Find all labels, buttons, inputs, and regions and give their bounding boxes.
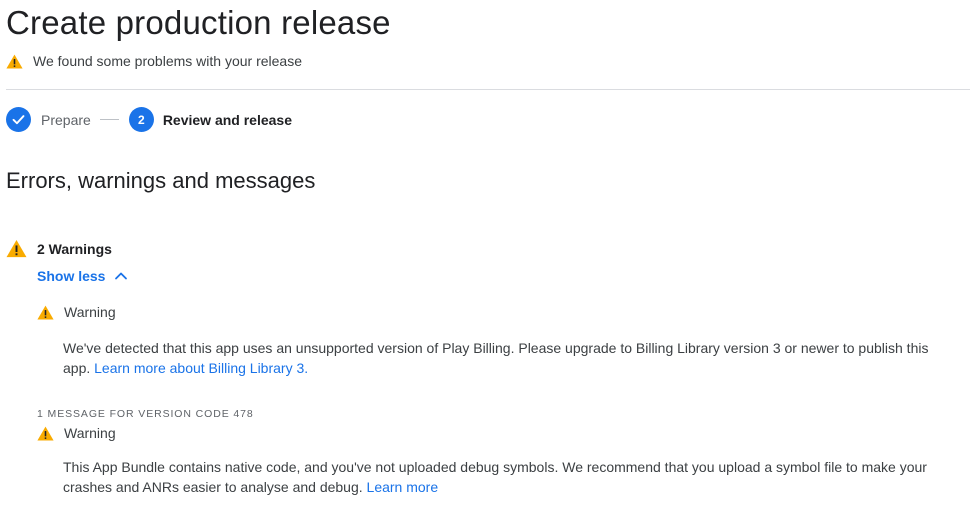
learn-more-link[interactable]: Learn more [367, 479, 439, 495]
warning-message: This App Bundle contains native code, an… [63, 457, 958, 497]
chevron-up-icon [113, 268, 129, 284]
step-review[interactable]: 2 Review and release [128, 107, 292, 132]
warning-icon [37, 305, 54, 320]
warning-text: This App Bundle contains native code, an… [63, 459, 927, 495]
warnings-count: 2 Warnings [37, 240, 112, 257]
warning-item-heading: Warning [37, 304, 116, 320]
warnings-summary: 2 Warnings [6, 239, 112, 258]
step-number: 2 [128, 107, 154, 132]
section-title: Errors, warnings and messages [6, 168, 316, 193]
page-title: Create production release [6, 4, 391, 41]
warning-message: We've detected that this app uses an uns… [63, 338, 958, 378]
release-page: Create production release We found some … [0, 0, 970, 517]
step-prepare[interactable]: Prepare [6, 107, 91, 132]
warning-icon [6, 239, 27, 258]
step-separator [99, 119, 119, 120]
release-stepper: Prepare 2 Review and release [6, 107, 292, 132]
warning-item-heading: Warning [37, 425, 116, 441]
warning-icon [6, 54, 23, 69]
step-review-label: Review and release [162, 111, 292, 128]
status-text: We found some problems with your release [33, 53, 302, 69]
learn-more-billing-link[interactable]: Learn more about Billing Library 3. [94, 360, 308, 376]
warning-icon [37, 426, 54, 441]
release-status: We found some problems with your release [6, 53, 302, 69]
warning-heading: Warning [64, 425, 116, 441]
version-code-label: 1 MESSAGE FOR VERSION CODE 478 [37, 408, 254, 420]
check-icon [6, 107, 31, 132]
step-prepare-label: Prepare [41, 111, 91, 128]
show-less-toggle[interactable]: Show less [37, 268, 129, 284]
show-less-label: Show less [37, 268, 106, 284]
warning-heading: Warning [64, 304, 116, 320]
header-divider [6, 89, 970, 90]
